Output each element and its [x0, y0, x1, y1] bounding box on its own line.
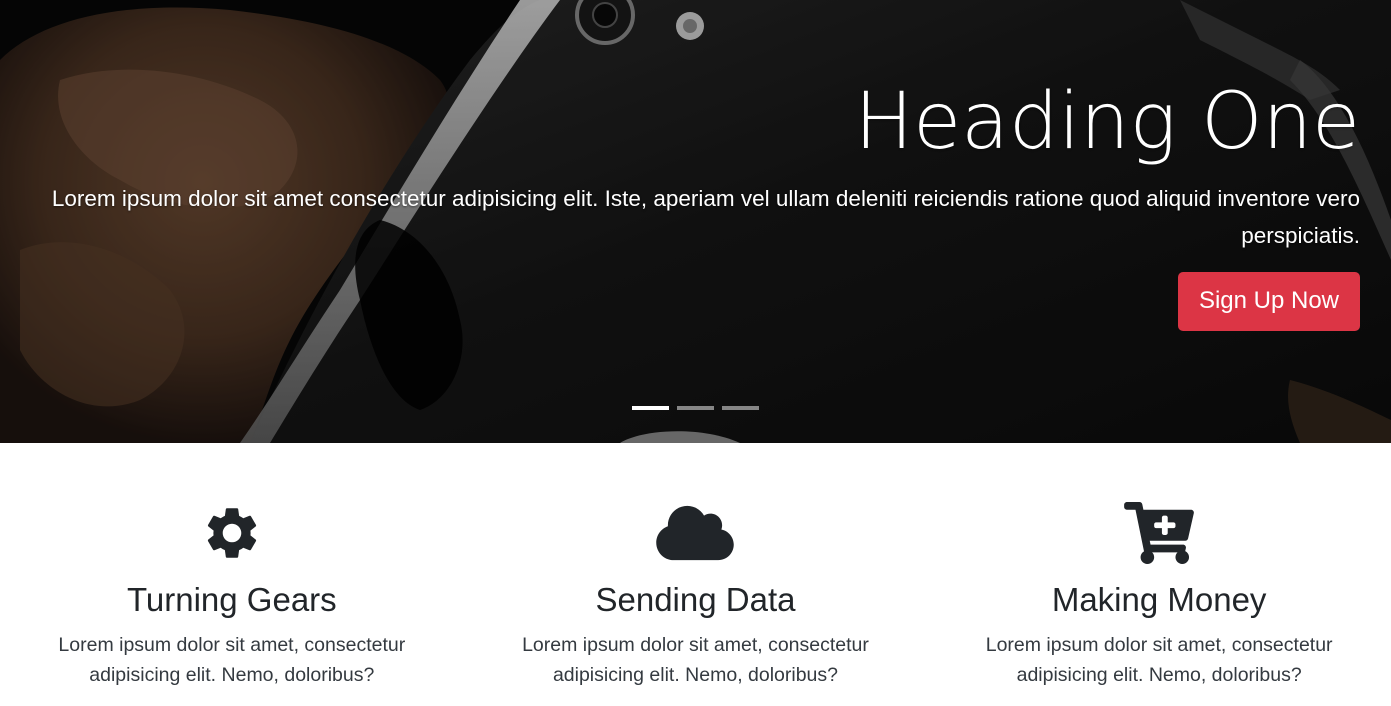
feature-title: Sending Data [595, 581, 796, 618]
hero-description: Lorem ipsum dolor sit amet consectetur a… [51, 186, 1360, 248]
feature-card: Turning Gears Lorem ipsum dolor sit amet… [0, 443, 464, 706]
feature-title: Turning Gears [126, 581, 337, 618]
feature-title: Making Money [1051, 581, 1267, 618]
feature-description: Lorem ipsum dolor sit amet, consectetur … [985, 634, 1333, 686]
gear-icon [207, 508, 256, 558]
hero-carousel: Heading One Lorem ipsum dolor sit amet c… [0, 0, 1391, 443]
feature-card: Sending Data Lorem ipsum dolor sit amet,… [464, 443, 928, 706]
carousel-indicator-1[interactable] [632, 406, 669, 410]
cloud-icon [656, 505, 735, 561]
features-section: Turning Gears Lorem ipsum dolor sit amet… [0, 443, 1391, 706]
feature-description: Lorem ipsum dolor sit amet, consectetur … [58, 634, 406, 686]
carousel-indicator-3[interactable] [722, 406, 759, 410]
hero-caption: Heading One Lorem ipsum dolor sit amet c… [20, 72, 1360, 331]
cart-plus-icon [1124, 502, 1195, 564]
hero-heading: Heading One [854, 77, 1360, 167]
feature-description: Lorem ipsum dolor sit amet, consectetur … [522, 634, 869, 686]
sign-up-button[interactable]: Sign Up Now [1177, 272, 1360, 331]
carousel-indicator-2[interactable] [677, 406, 714, 410]
carousel-indicators [632, 406, 759, 410]
feature-card: Making Money Lorem ipsum dolor sit amet,… [927, 443, 1391, 706]
